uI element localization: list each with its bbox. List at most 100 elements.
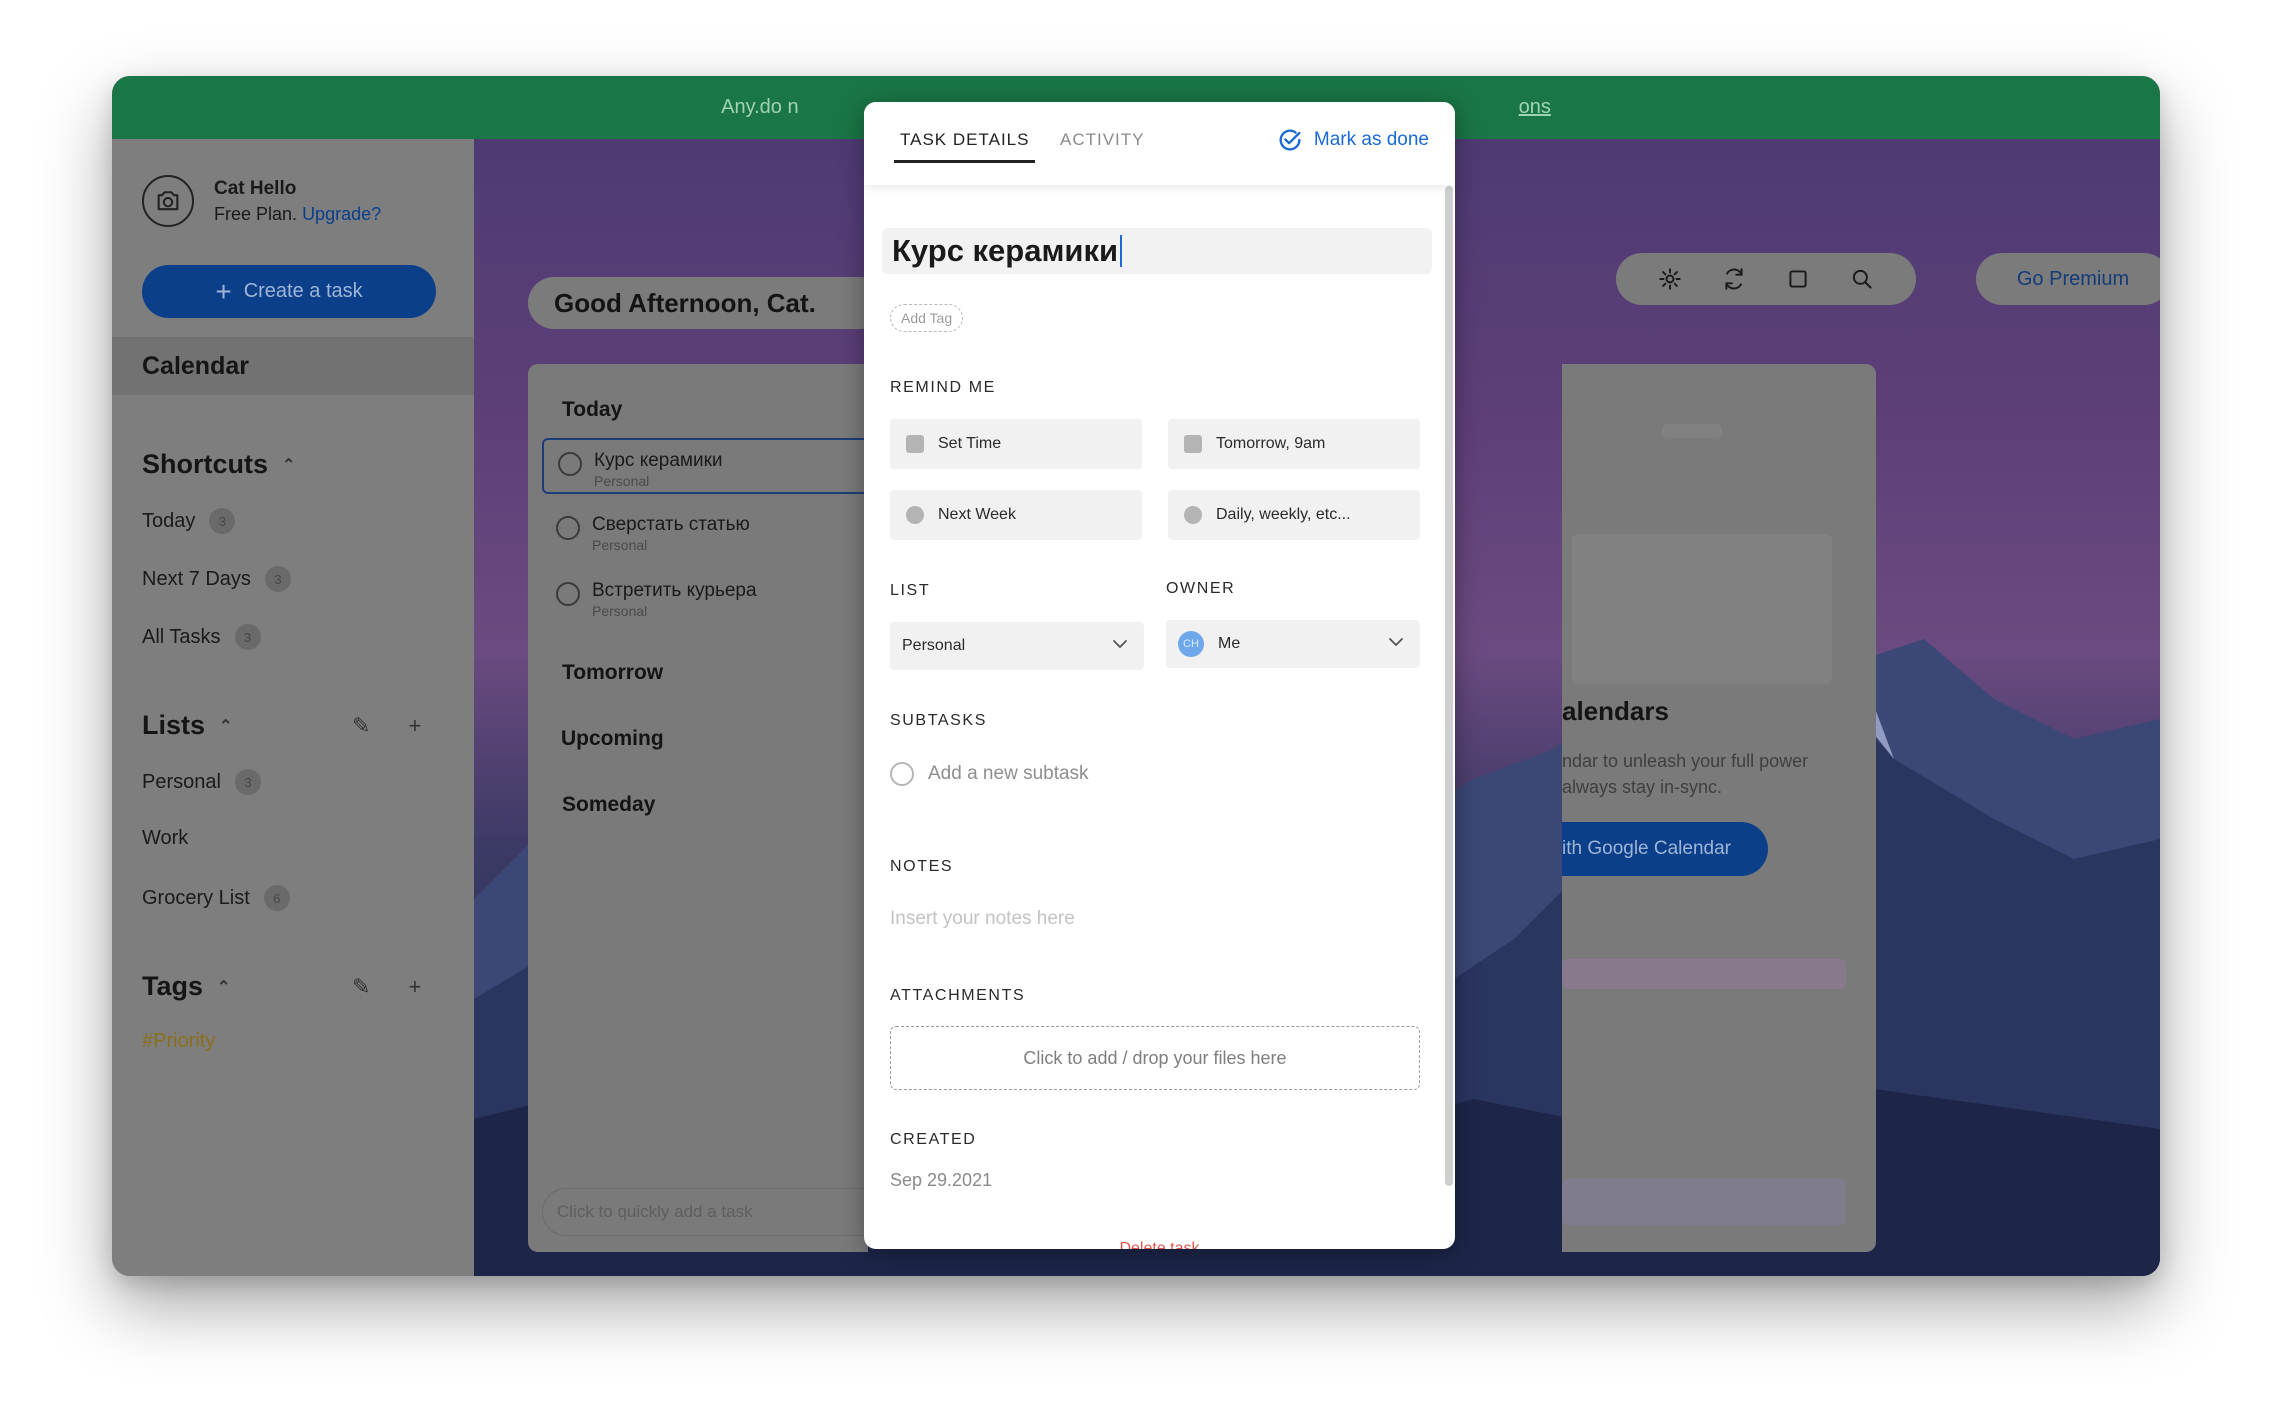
remind-tomorrow[interactable]: Tomorrow, 9am [1168,419,1420,469]
sidebar-item-next-7-days[interactable]: Next 7 Days 3 [142,566,291,592]
profile: Cat Hello Free Plan. Upgrade? [142,175,381,227]
sidebar-item-tag-priority[interactable]: #Priority [142,1030,215,1053]
list-select[interactable]: Personal [890,622,1144,670]
list-label: LIST [890,582,931,599]
ghost-calendar-grid [1572,534,1832,684]
group-tomorrow[interactable]: Tomorrow [562,661,663,685]
repeat-icon [1184,506,1202,524]
quick-add-input[interactable]: Click to quickly add a task [542,1188,868,1236]
sidebar-item-calendar[interactable]: Calendar [112,337,474,395]
ghost-row [1562,1179,1846,1225]
banner-link[interactable]: ons [1519,96,1551,119]
gear-icon[interactable] [1657,266,1683,292]
modal-header: TASK DETAILS ACTIVITY Mark as done [864,102,1455,185]
attachments-label: ATTACHMENTS [890,987,1026,1004]
cloud-icon [906,506,924,524]
remind-set-time[interactable]: Set Time [890,419,1142,469]
tags-header[interactable]: Tags ⌃ [142,971,230,1002]
group-upcoming[interactable]: Upcoming [561,727,664,751]
camera-icon[interactable] [142,175,194,227]
chevron-up-icon[interactable]: ⌃ [282,455,295,475]
plan-label: Free Plan. [214,203,298,224]
top-toolbar [1616,253,1916,305]
mark-as-done-button[interactable]: Mark as done [1276,126,1429,154]
create-task-button[interactable]: + Create a task [142,265,436,318]
add-subtask-input[interactable]: Add a new subtask [890,762,1089,786]
task-item[interactable]: Курс керамики Personal [542,438,868,494]
delete-task-link[interactable]: Delete task [864,1240,1455,1249]
upgrade-link[interactable]: Upgrade? [302,204,381,224]
remind-recurring[interactable]: Daily, weekly, etc... [1168,490,1420,540]
sun-icon [1184,435,1202,453]
notes-input[interactable]: Insert your notes here [890,908,1075,930]
task-title: Встретить курьера [592,580,757,601]
count-badge: 3 [209,508,236,534]
add-tag-button[interactable]: Add Tag [890,304,964,332]
calendar-promo-desc: ndar to unleash your full power always s… [1562,748,1808,800]
mark-as-done-label: Mark as done [1313,129,1429,150]
sidebar-item-label: Today [142,509,196,532]
calendar-panel: alendars ndar to unleash your full power… [1562,364,1876,1252]
created-label: CREATED [890,1131,977,1148]
remind-next-week[interactable]: Next Week [890,490,1142,540]
scrollbar[interactable] [1445,186,1453,1186]
plus-icon: + [215,275,232,307]
plus-icon[interactable]: + [408,974,421,1000]
task-checkbox[interactable] [556,516,580,540]
count-badge: 3 [264,566,291,592]
task-checkbox[interactable] [556,582,580,606]
created-date: Sep 29.2021 [890,1170,993,1190]
notes-label: NOTES [890,858,954,875]
check-circle-icon [1279,129,1301,151]
task-list-label: Personal [592,603,648,619]
shortcuts-header[interactable]: Shortcuts ⌃ [142,449,295,480]
sidebar: Cat Hello Free Plan. Upgrade? + Create a… [112,139,474,1276]
task-title: Курс керамики [594,450,723,471]
task-item[interactable]: Встретить курьера Personal [542,570,868,626]
owner-select[interactable]: CH Me [1166,620,1420,668]
count-badge: 6 [263,885,290,911]
go-premium-button[interactable]: Go Premium [1976,253,2160,305]
chevron-up-icon[interactable]: ⌃ [219,716,232,736]
calendar-promo-desc-line: ndar to unleash your full power [1562,751,1809,771]
sidebar-item-all-tasks[interactable]: All Tasks 3 [142,624,261,650]
sidebar-item-label: Work [142,827,189,849]
sidebar-item-label: Personal [142,770,221,793]
group-someday[interactable]: Someday [562,793,655,817]
task-title: Сверстать статью [592,514,750,535]
task-details-modal: TASK DETAILS ACTIVITY Mark as done Курс … [864,102,1455,1249]
calendar-icon [906,435,924,453]
sidebar-item-label: Grocery List [142,886,250,909]
task-item[interactable]: Сверстать статью Personal [542,504,868,560]
text-caret [1120,235,1123,267]
group-today[interactable]: Today [562,398,622,422]
search-icon[interactable] [1849,266,1875,292]
sidebar-item-work[interactable]: Work [142,827,188,850]
sidebar-item-today[interactable]: Today 3 [142,508,236,534]
plus-icon[interactable]: + [408,713,421,739]
lists-header[interactable]: Lists ⌃ [142,710,232,741]
sidebar-item-grocery-list[interactable]: Grocery List 6 [142,885,290,911]
tab-activity[interactable]: ACTIVITY [1060,130,1145,150]
pencil-icon[interactable]: ✎ [352,713,370,739]
attachments-dropzone[interactable]: Click to add / drop your files here [890,1026,1420,1090]
sync-icon[interactable] [1721,266,1747,292]
add-subtask-placeholder: Add a new subtask [928,763,1089,784]
banner-text: Any.do n [721,96,799,118]
count-badge: 3 [234,624,261,650]
count-badge: 3 [234,769,261,795]
subtasks-label: SUBTASKS [890,712,987,729]
chevron-down-icon [1113,640,1127,648]
task-title-input[interactable]: Курс керамики [882,228,1432,274]
connect-google-calendar-button[interactable]: ith Google Calendar [1562,822,1768,876]
calendar-promo-title: alendars [1562,696,1669,726]
shortcuts-title: Shortcuts [142,449,269,479]
square-icon[interactable] [1785,266,1811,292]
user-name: Cat Hello [214,177,297,199]
pencil-icon[interactable]: ✎ [352,974,370,1000]
task-checkbox[interactable] [558,452,582,476]
tab-task-details[interactable]: TASK DETAILS [893,130,1036,163]
remind-option-label: Daily, weekly, etc... [1216,506,1351,523]
sidebar-item-personal[interactable]: Personal 3 [142,769,261,795]
chevron-up-icon[interactable]: ⌃ [217,977,230,997]
